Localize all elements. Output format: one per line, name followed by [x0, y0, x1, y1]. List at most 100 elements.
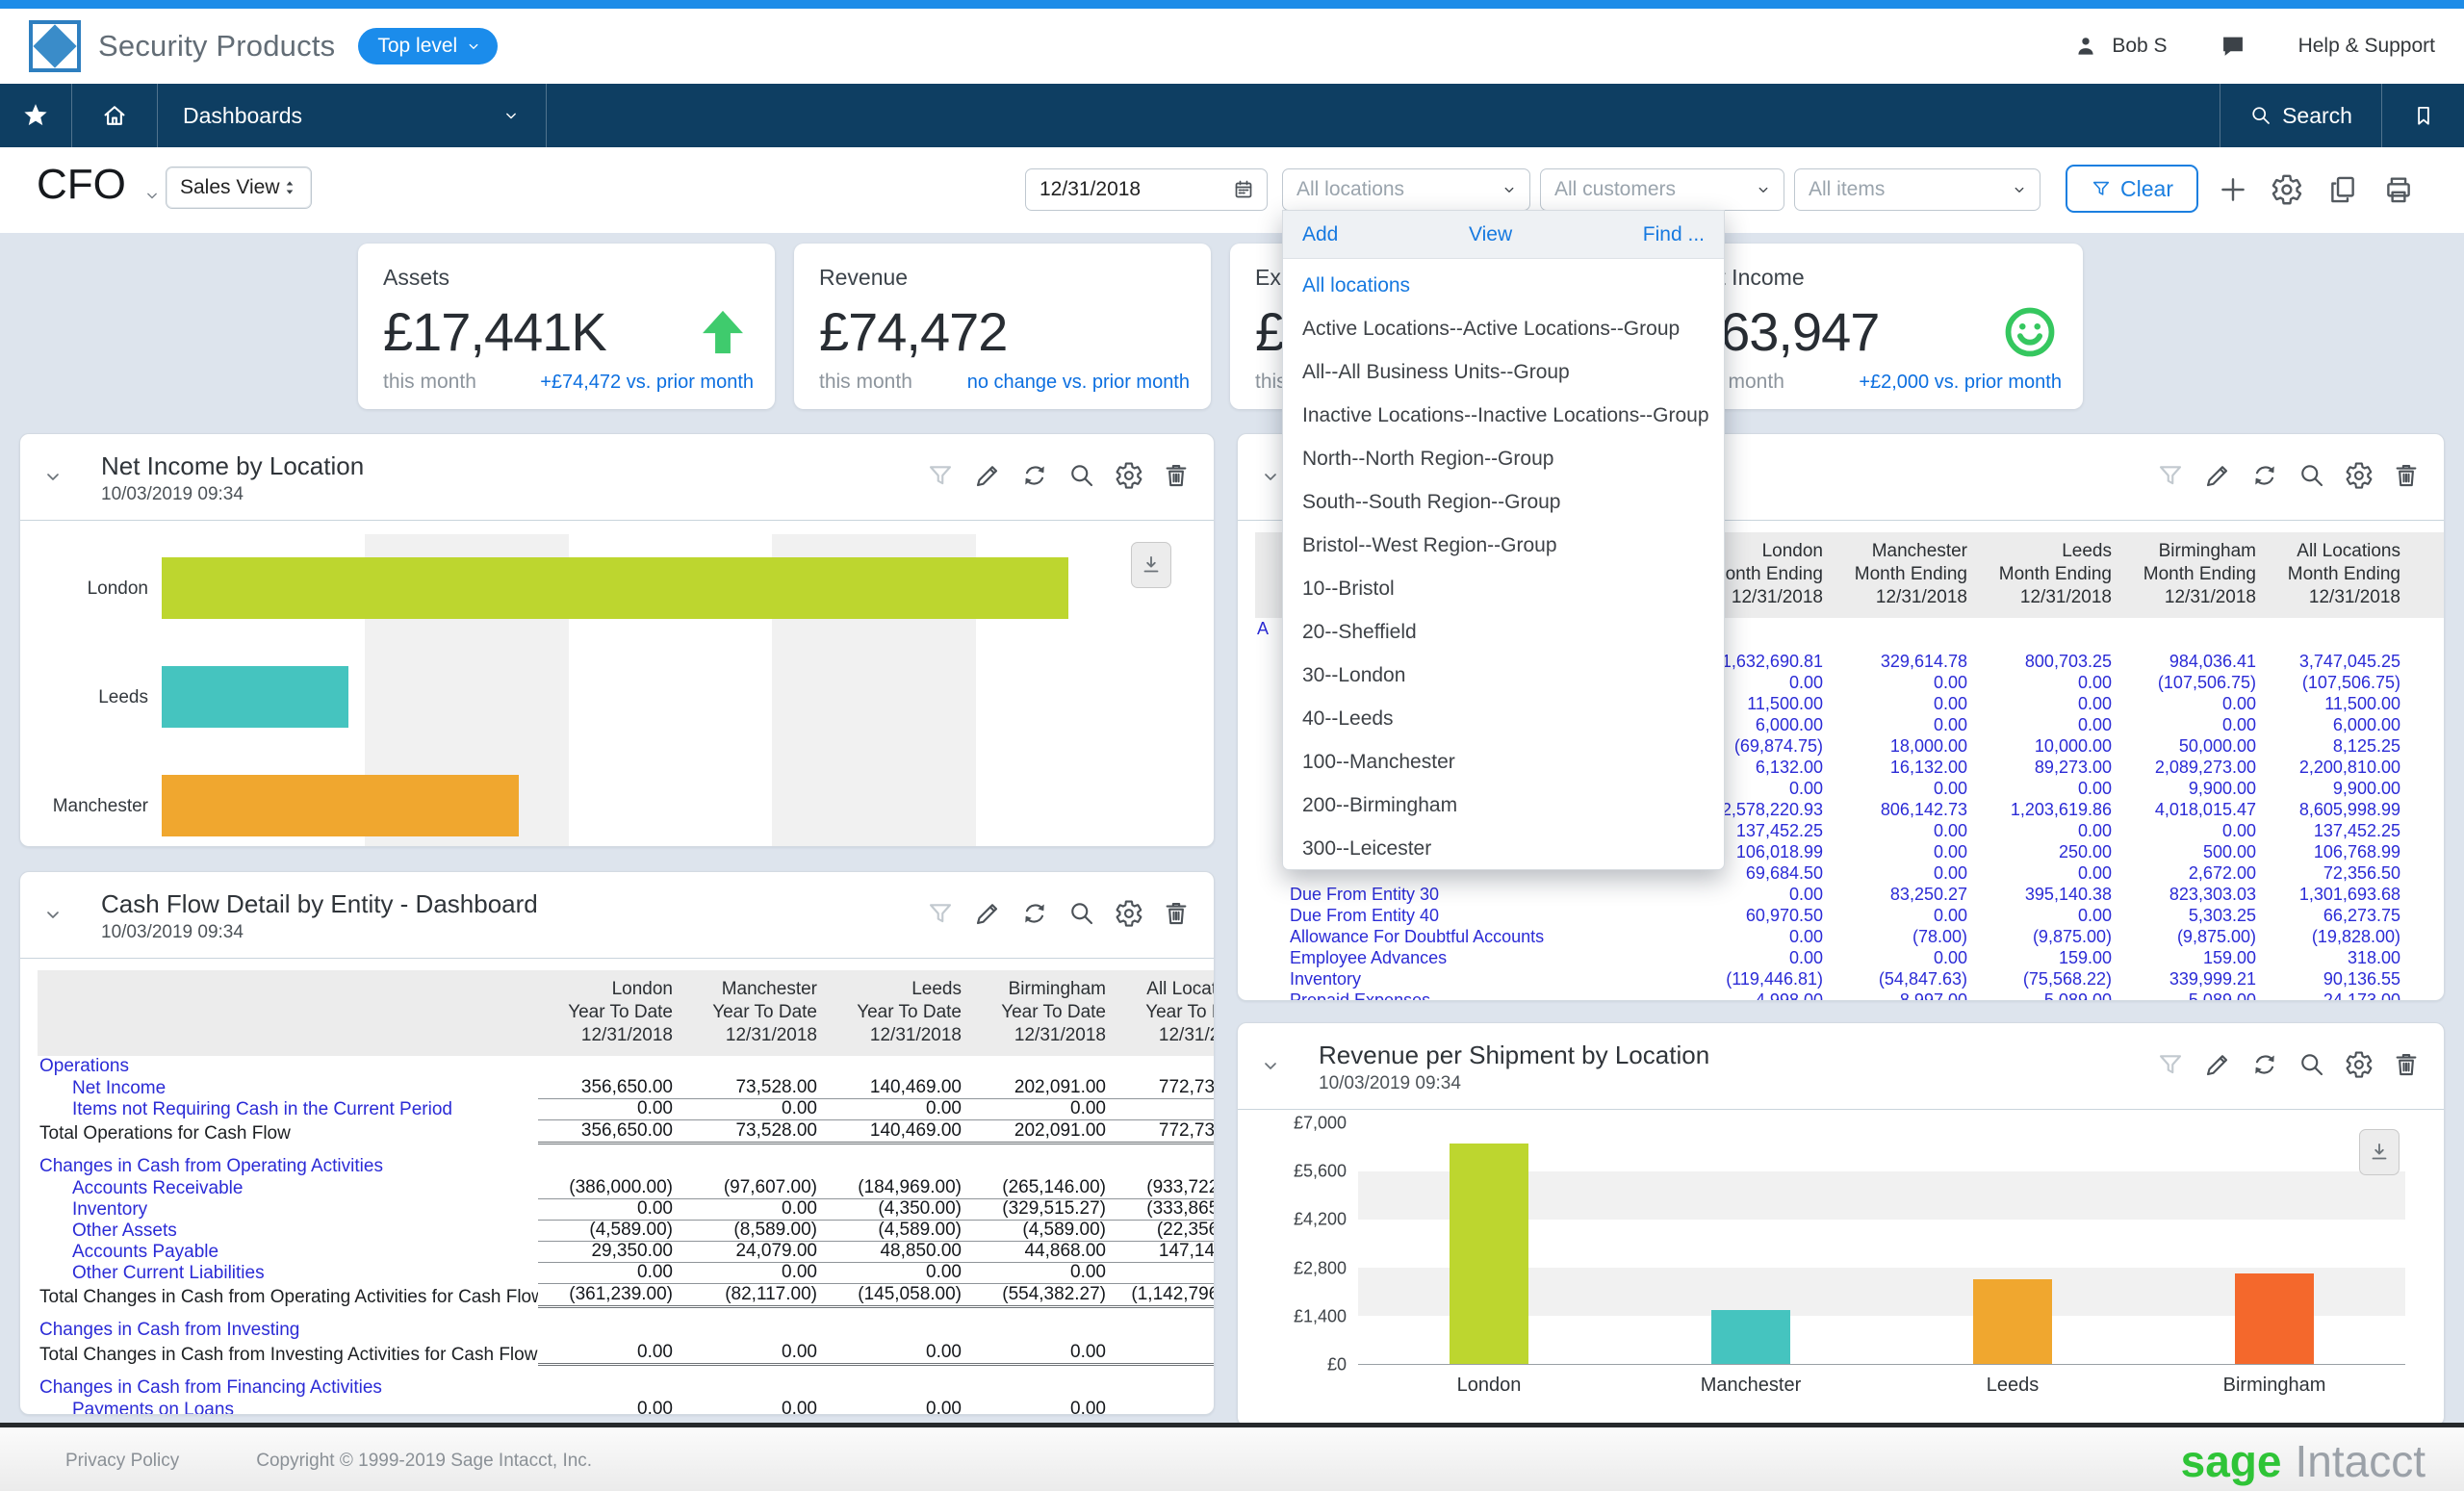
download-chart-button[interactable] [2359, 1129, 2400, 1175]
filter-icon[interactable] [924, 459, 957, 492]
refresh-icon[interactable] [2248, 1048, 2281, 1081]
cell-value[interactable]: 800,703.25 [1977, 652, 2121, 672]
row-label[interactable]: Due From Entity 30 [1255, 885, 1688, 905]
cell-value[interactable]: 4,018,015.47 [2121, 800, 2266, 820]
delete-icon[interactable] [2390, 1048, 2423, 1081]
cell-value[interactable]: 83,250.27 [1833, 885, 1977, 905]
cell-value[interactable]: 11,500.00 [2266, 694, 2410, 714]
cell-value[interactable]: 9,900.00 [2266, 779, 2410, 799]
cell-value[interactable]: 0.00 [1833, 863, 1977, 884]
cell-value[interactable]: 0.00 [1833, 948, 1977, 968]
row-label[interactable]: Due From Entity 40 [1255, 906, 1688, 926]
refresh-icon[interactable] [1018, 897, 1051, 930]
delete-icon[interactable] [1160, 459, 1193, 492]
location-option[interactable]: South--South Region--Group [1283, 480, 1724, 524]
row-label[interactable]: Changes in Cash from Operating Activitie… [38, 1156, 538, 1177]
cell-value[interactable]: 823,303.03 [2121, 885, 2266, 905]
location-option[interactable]: All--All Business Units--Group [1283, 350, 1724, 394]
delete-icon[interactable] [2390, 459, 2423, 492]
settings-icon[interactable] [1113, 459, 1145, 492]
cell-value[interactable]: 0.00 [1833, 842, 1977, 862]
location-option[interactable]: Inactive Locations--Inactive Locations--… [1283, 394, 1724, 437]
cell-value[interactable]: 2,200,810.00 [2266, 758, 2410, 778]
as-of-date-input[interactable]: 12/31/2018 [1025, 168, 1268, 211]
user-name[interactable]: Bob S [2112, 35, 2167, 58]
cell-value[interactable]: 106,768.99 [2266, 842, 2410, 862]
cell-value[interactable]: 329,614.78 [1833, 652, 1977, 672]
cell-value[interactable]: 0.00 [1977, 779, 2121, 799]
row-label[interactable]: Employee Advances [1255, 948, 1688, 968]
kpi-change-link[interactable]: +£2,000 vs. prior month [1859, 372, 2062, 394]
cell-value[interactable]: 1,301,693.68 [2266, 885, 2410, 905]
cell-value[interactable]: 159.00 [1977, 948, 2121, 968]
cell-value[interactable]: 0.00 [1833, 715, 1977, 735]
cell-value[interactable]: 0.00 [1977, 673, 2121, 693]
bar-leeds[interactable] [162, 666, 348, 728]
kpi-tile-net-income[interactable]: Net Income £63,947 this month +£2,000 vs… [1666, 244, 2083, 409]
cell-value[interactable]: 10,000.00 [1977, 736, 2121, 757]
delete-icon[interactable] [1160, 897, 1193, 930]
dropdown-view-link[interactable]: View [1469, 223, 1512, 246]
cell-value[interactable]: (9,875.00) [2121, 927, 2266, 947]
location-option[interactable]: Active Locations--Active Locations--Grou… [1283, 307, 1724, 350]
row-label[interactable]: Accounts Payable [38, 1242, 538, 1263]
cell-value[interactable]: 250.00 [1977, 842, 2121, 862]
settings-icon[interactable] [2343, 459, 2375, 492]
location-option[interactable]: 20--Sheffield [1283, 610, 1724, 654]
cell-value[interactable]: 1,203,619.86 [1977, 800, 2121, 820]
cell-value[interactable]: 2,672.00 [2121, 863, 2266, 884]
cell-value[interactable]: 72,356.50 [2266, 863, 2410, 884]
cell-value[interactable]: 0.00 [1688, 885, 1833, 905]
kpi-change-link[interactable]: +£74,472 vs. prior month [540, 372, 754, 394]
duplicate-dashboard-button[interactable] [2323, 170, 2362, 209]
settings-icon[interactable] [1113, 897, 1145, 930]
cell-value[interactable]: 6,000.00 [2266, 715, 2410, 735]
row-label[interactable]: Operations [38, 1056, 538, 1077]
cell-value[interactable]: 0.00 [1977, 715, 2121, 735]
cell-value[interactable]: 16,132.00 [1833, 758, 1977, 778]
cell-value[interactable]: (78.00) [1833, 927, 1977, 947]
collapse-chevron-icon[interactable] [1259, 1054, 1282, 1077]
cell-value[interactable]: 2,089,273.00 [2121, 758, 2266, 778]
cell-value[interactable]: 0.00 [1688, 948, 1833, 968]
cell-value[interactable]: (54,847.63) [1833, 969, 1977, 990]
cell-value[interactable]: 339,999.21 [2121, 969, 2266, 990]
dashboard-title[interactable]: CFO [37, 161, 126, 209]
favorites-button[interactable] [0, 84, 72, 147]
row-label[interactable]: Prepaid Expenses [1255, 990, 1688, 1001]
cell-value[interactable]: 159.00 [2121, 948, 2266, 968]
cell-value[interactable]: 8,125.25 [2266, 736, 2410, 757]
cell-value[interactable]: 0.00 [1833, 694, 1977, 714]
cell-value[interactable]: (19,828.00) [2266, 927, 2410, 947]
filter-icon[interactable] [2154, 459, 2187, 492]
cell-value[interactable]: (107,506.75) [2266, 673, 2410, 693]
cell-value[interactable]: 5,089.00 [1977, 990, 2121, 1001]
cell-value[interactable]: 3,747,045.25 [2266, 652, 2410, 672]
cell-value[interactable]: 395,140.38 [1977, 885, 2121, 905]
privacy-policy-link[interactable]: Privacy Policy [65, 1451, 179, 1472]
cell-value[interactable]: 90,136.55 [2266, 969, 2410, 990]
download-chart-button[interactable] [1131, 542, 1171, 588]
kpi-tile-revenue[interactable]: Revenue £74,472 this month no change vs.… [794, 244, 1211, 409]
cell-value[interactable]: 0.00 [1833, 673, 1977, 693]
zoom-icon[interactable] [1065, 897, 1098, 930]
cell-value[interactable]: (9,875.00) [1977, 927, 2121, 947]
locations-filter-select[interactable]: All locations [1282, 168, 1530, 211]
refresh-icon[interactable] [1018, 459, 1051, 492]
cell-value[interactable]: 9,900.00 [2121, 779, 2266, 799]
cell-value[interactable]: 60,970.50 [1688, 906, 1833, 926]
cell-value[interactable]: 4,998.00 [1688, 990, 1833, 1001]
bar-london[interactable] [1450, 1144, 1528, 1364]
row-label[interactable]: Other Assets [38, 1221, 538, 1242]
location-option[interactable]: 40--Leeds [1283, 697, 1724, 740]
cell-value[interactable]: 18,000.00 [1833, 736, 1977, 757]
row-label[interactable]: Inventory [38, 1199, 538, 1221]
cell-value[interactable]: 318.00 [2266, 948, 2410, 968]
chat-icon[interactable] [2220, 33, 2246, 60]
cell-value[interactable]: 0.00 [1833, 821, 1977, 841]
row-label[interactable]: Changes in Cash from Investing [38, 1320, 538, 1341]
edit-icon[interactable] [2201, 1048, 2234, 1081]
location-option[interactable]: Bristol--West Region--Group [1283, 524, 1724, 567]
collapse-chevron-icon[interactable] [41, 903, 64, 926]
add-widget-button[interactable] [2214, 170, 2252, 209]
